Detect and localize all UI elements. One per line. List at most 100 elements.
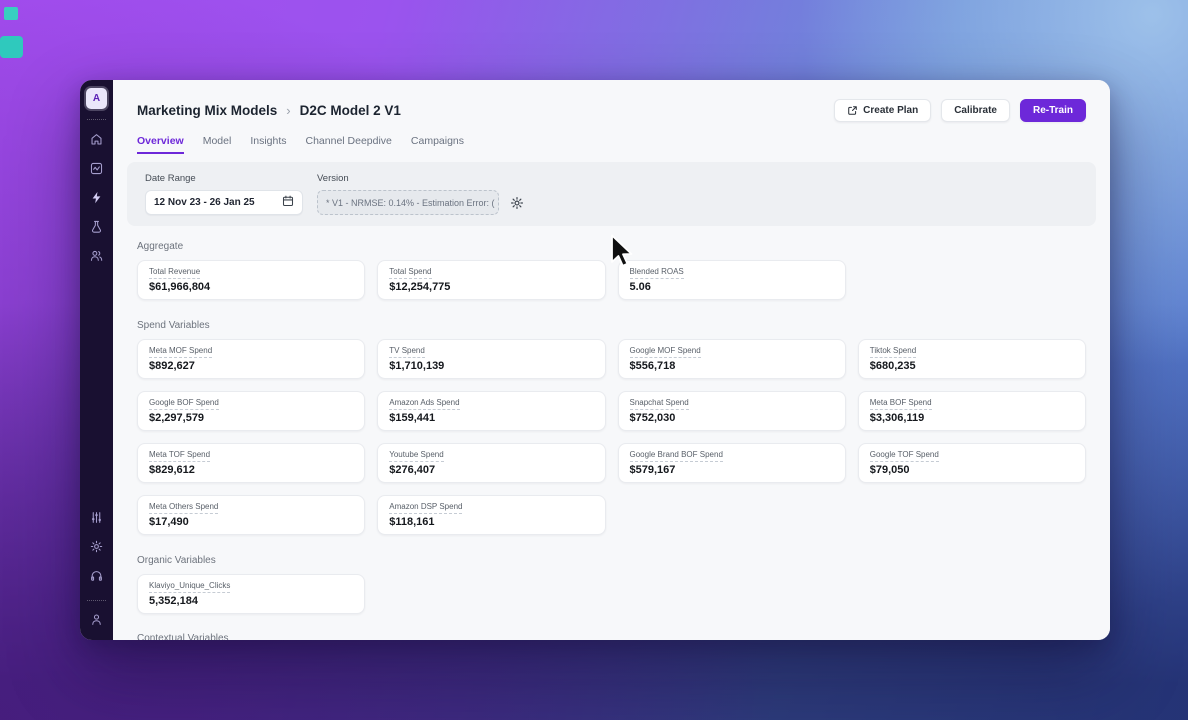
analytics-icon[interactable]: [86, 157, 108, 179]
metric-card: Meta Others Spend $17,490: [137, 495, 365, 535]
tab-channel-deepdive[interactable]: Channel Deepdive: [306, 135, 392, 154]
version-field: Version * V1 - NRMSE: 0.14% - Estimation…: [317, 173, 524, 215]
metric-label: Google MOF Spend: [630, 347, 701, 358]
metric-value: $829,612: [149, 465, 353, 476]
metric-card: Meta MOF Spend $892,627: [137, 339, 365, 379]
metric-value: $579,167: [630, 465, 834, 476]
sidebar: A: [80, 80, 113, 640]
tab-model[interactable]: Model: [203, 135, 232, 154]
sidebar-divider: [87, 119, 106, 120]
metric-value: $3,306,119: [870, 413, 1074, 424]
topbar: Marketing Mix Models › D2C Model 2 V1 Cr…: [137, 98, 1086, 122]
metric-label: Meta TOF Spend: [149, 451, 210, 462]
teal-accent-square-large: [0, 36, 23, 58]
desktop-background: A: [0, 0, 1188, 720]
metric-value: $17,490: [149, 517, 353, 528]
metric-label: TV Spend: [389, 347, 425, 358]
metric-value: $892,627: [149, 361, 353, 372]
section-contextual-variables: Contextual Variables: [137, 633, 1086, 640]
section-organic-variables: Organic Variables Klaviyo_Unique_Clicks …: [137, 555, 1086, 614]
metric-card: Klaviyo_Unique_Clicks 5,352,184: [137, 574, 365, 614]
account-icon[interactable]: [86, 608, 108, 630]
metric-card: Meta BOF Spend $3,306,119: [858, 391, 1086, 431]
version-settings-gear-icon[interactable]: [510, 196, 524, 210]
metric-label: Meta Others Spend: [149, 503, 218, 514]
version-label: Version: [317, 173, 524, 184]
metric-value: $118,161: [389, 517, 593, 528]
section-title: Aggregate: [137, 241, 1086, 252]
metric-label: Google TOF Spend: [870, 451, 939, 462]
tab-insights[interactable]: Insights: [250, 135, 286, 154]
section-spend-variables: Spend Variables Meta MOF Spend $892,627 …: [137, 320, 1086, 535]
external-link-icon: [847, 105, 858, 116]
calibrate-label: Calibrate: [954, 105, 997, 116]
flask-icon[interactable]: [86, 215, 108, 237]
metric-card: TV Spend $1,710,139: [377, 339, 605, 379]
metric-card: Google BOF Spend $2,297,579: [137, 391, 365, 431]
metric-label: Klaviyo_Unique_Clicks: [149, 582, 230, 593]
spend-grid: Meta MOF Spend $892,627 TV Spend $1,710,…: [137, 339, 1086, 535]
users-icon[interactable]: [86, 244, 108, 266]
version-select[interactable]: * V1 - NRMSE: 0.14% - Estimation Error: …: [317, 190, 499, 215]
metric-value: $556,718: [630, 361, 834, 372]
metric-card: Snapchat Spend $752,030: [618, 391, 846, 431]
metric-label: Amazon DSP Spend: [389, 503, 462, 514]
section-title: Contextual Variables: [137, 633, 1086, 640]
metric-label: Google Brand BOF Spend: [630, 451, 723, 462]
metric-label: Google BOF Spend: [149, 399, 219, 410]
create-plan-button[interactable]: Create Plan: [834, 99, 931, 122]
tab-overview[interactable]: Overview: [137, 135, 184, 154]
metric-label: Meta BOF Spend: [870, 399, 932, 410]
metric-label: Meta MOF Spend: [149, 347, 212, 358]
sidebar-divider: [87, 600, 106, 601]
settings-icon[interactable]: [86, 535, 108, 557]
metric-card: Google MOF Spend $556,718: [618, 339, 846, 379]
breadcrumb: Marketing Mix Models › D2C Model 2 V1: [137, 103, 401, 118]
metric-value: 5.06: [630, 282, 834, 293]
breadcrumb-current: D2C Model 2 V1: [300, 103, 401, 118]
retrain-label: Re-Train: [1033, 105, 1073, 116]
metric-label: Snapchat Spend: [630, 399, 689, 410]
tab-bar: Overview Model Insights Channel Deepdive…: [137, 135, 1086, 154]
metric-card: Google Brand BOF Spend $579,167: [618, 443, 846, 483]
metric-label: Amazon Ads Spend: [389, 399, 459, 410]
date-range-input[interactable]: 12 Nov 23 - 26 Jan 25: [145, 190, 303, 215]
metric-value: $2,297,579: [149, 413, 353, 424]
app-window: A: [80, 80, 1110, 640]
date-range-label: Date Range: [145, 173, 303, 184]
teal-accent-square-small: [4, 7, 18, 20]
metric-label: Total Spend: [389, 268, 431, 279]
bolt-icon[interactable]: [86, 186, 108, 208]
metric-label: Youtube Spend: [389, 451, 443, 462]
section-title: Organic Variables: [137, 555, 1086, 566]
metric-label: Blended ROAS: [630, 268, 684, 279]
metric-value: $276,407: [389, 465, 593, 476]
sliders-icon[interactable]: [86, 506, 108, 528]
section-aggregate: Aggregate Total Revenue $61,966,804 Tota…: [137, 241, 1086, 300]
main-content: Marketing Mix Models › D2C Model 2 V1 Cr…: [113, 80, 1110, 640]
headphones-icon[interactable]: [86, 564, 108, 586]
metric-card: Meta TOF Spend $829,612: [137, 443, 365, 483]
tab-campaigns[interactable]: Campaigns: [411, 135, 464, 154]
filter-bar: Date Range 12 Nov 23 - 26 Jan 25 Version…: [127, 162, 1096, 226]
calendar-icon: [282, 195, 294, 210]
metric-card: Total Revenue $61,966,804: [137, 260, 365, 300]
metric-card: Amazon Ads Spend $159,441: [377, 391, 605, 431]
metric-value: $12,254,775: [389, 282, 593, 293]
metric-card: Youtube Spend $276,407: [377, 443, 605, 483]
calibrate-button[interactable]: Calibrate: [941, 99, 1010, 122]
metric-value: $61,966,804: [149, 282, 353, 293]
metric-value: $159,441: [389, 413, 593, 424]
header-actions: Create Plan Calibrate Re-Train: [834, 99, 1086, 122]
metric-label: Tiktok Spend: [870, 347, 916, 358]
home-icon[interactable]: [86, 128, 108, 150]
retrain-button[interactable]: Re-Train: [1020, 99, 1086, 122]
workspace-logo[interactable]: A: [86, 88, 107, 109]
breadcrumb-parent[interactable]: Marketing Mix Models: [137, 103, 277, 118]
metric-card: Total Spend $12,254,775: [377, 260, 605, 300]
date-range-value: 12 Nov 23 - 26 Jan 25: [154, 197, 255, 208]
metric-label: Total Revenue: [149, 268, 200, 279]
section-title: Spend Variables: [137, 320, 1086, 331]
create-plan-label: Create Plan: [863, 105, 918, 116]
aggregate-grid: Total Revenue $61,966,804 Total Spend $1…: [137, 260, 1086, 300]
